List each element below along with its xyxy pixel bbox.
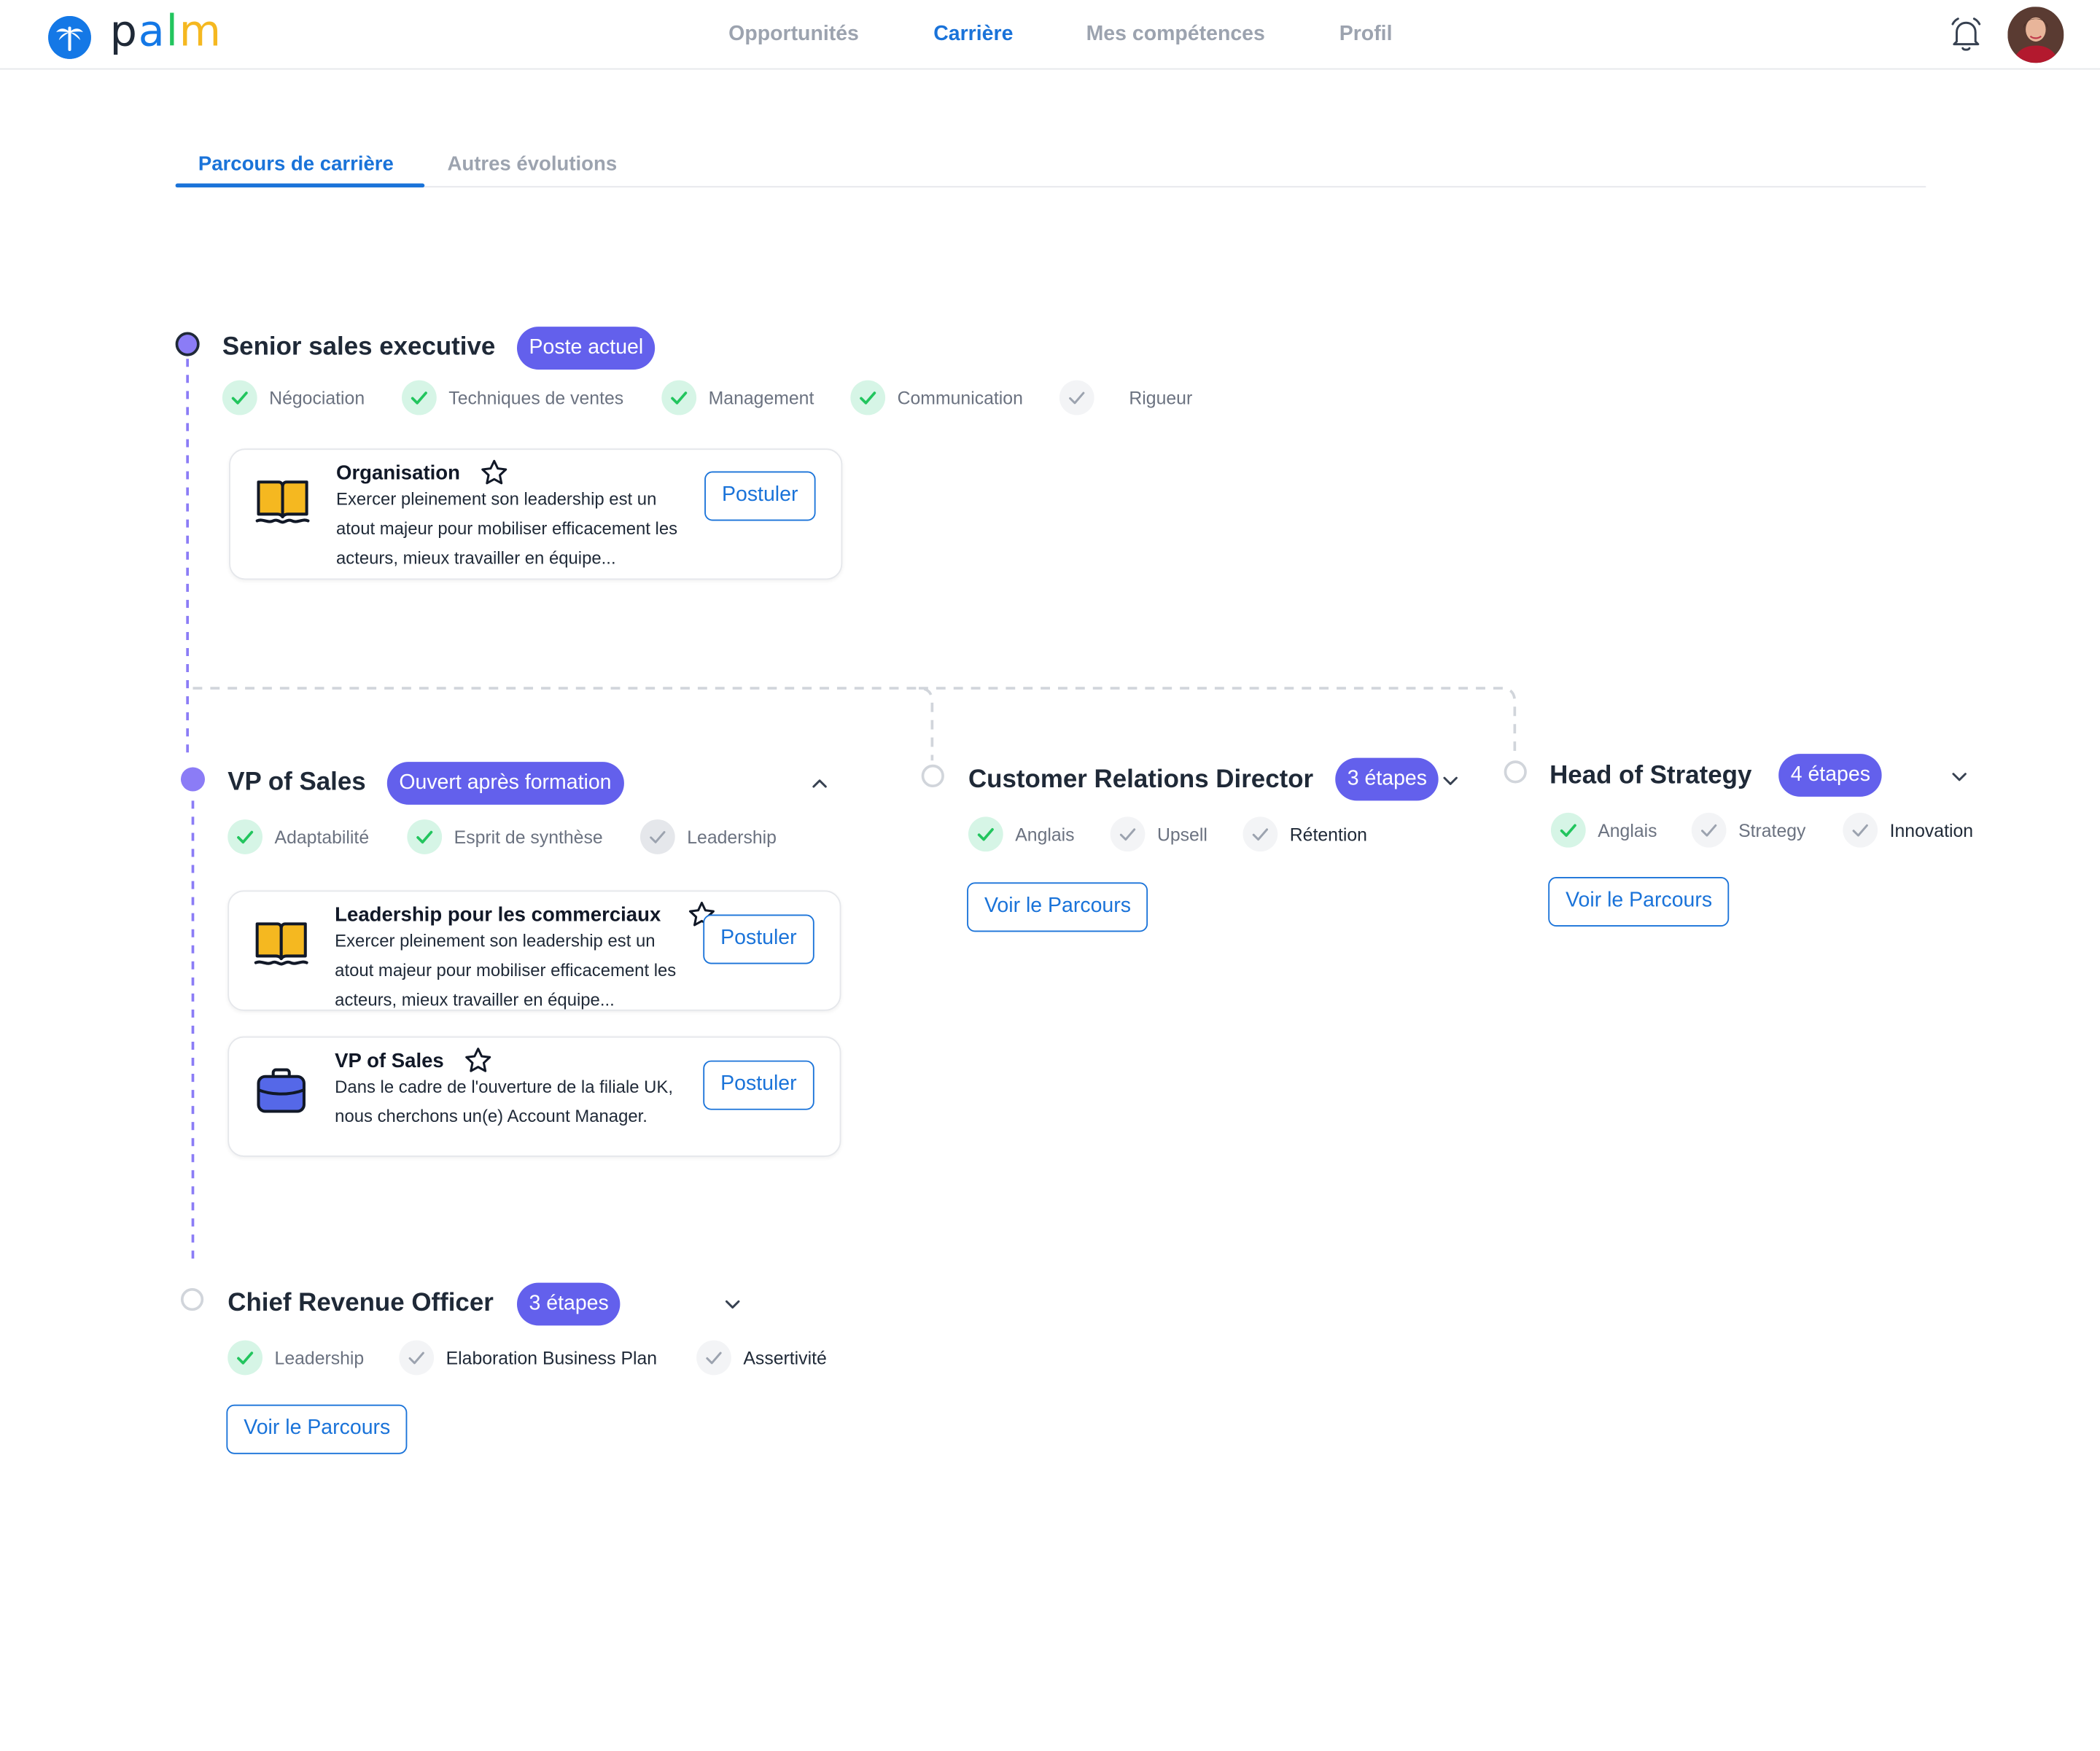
- skill-label: Assertivité: [743, 1347, 827, 1368]
- star-icon[interactable]: [480, 458, 509, 487]
- check-icon: [402, 380, 437, 416]
- page: palm Opportunités Carrière Mes compétenc…: [0, 0, 2100, 1751]
- skill-retention: Rétention: [1242, 816, 1367, 852]
- skill-label: Rigueur: [1129, 387, 1193, 408]
- steps-badge: 4 étapes: [1778, 754, 1883, 797]
- check-icon: [696, 1340, 731, 1376]
- status-badge-ouvert-apres-formation: Ouvert après formation: [386, 762, 624, 805]
- position-title-senior-sales-executive: Senior sales executive: [222, 333, 496, 362]
- job-card-vp-of-sales[interactable]: VP of Sales Dans le cadre de l'ouverture…: [228, 1036, 841, 1157]
- card-title: VP of Sales: [335, 1050, 444, 1073]
- skill-label: Upsell: [1156, 824, 1208, 845]
- voir-le-parcours-button[interactable]: Voir le Parcours: [226, 1404, 408, 1454]
- skill-label: Anglais: [1015, 824, 1075, 845]
- check-icon: [1843, 812, 1878, 848]
- timeline-node-vp-of-sales: [180, 767, 206, 792]
- star-icon[interactable]: [464, 1045, 493, 1075]
- skill-label: Anglais: [1598, 820, 1657, 841]
- postuler-button[interactable]: Postuler: [703, 1060, 814, 1110]
- timeline-node-head-of-strategy: [1504, 760, 1527, 784]
- position-title-vp-of-sales: VP of Sales: [228, 768, 366, 797]
- check-icon: [968, 816, 1003, 852]
- skill-leadership: Leadership: [228, 1340, 365, 1376]
- skill-upsell: Upsell: [1110, 816, 1208, 852]
- skill-label: Techniques de ventes: [448, 387, 624, 408]
- check-icon: [228, 819, 262, 854]
- card-title: Organisation: [336, 461, 460, 485]
- skill-adaptabilite: Adaptabilité: [228, 819, 369, 854]
- skill-label: Leadership: [687, 827, 777, 847]
- skill-anglais: Anglais: [1550, 812, 1657, 848]
- timeline-node-customer-relations-director: [921, 764, 944, 787]
- check-icon: [407, 819, 443, 854]
- skill-label: Elaboration Business Plan: [446, 1347, 658, 1368]
- skill-esprit-de-synthese: Esprit de synthèse: [407, 819, 603, 854]
- skill-elaboration-business-plan: Elaboration Business Plan: [399, 1340, 658, 1376]
- voir-le-parcours-button[interactable]: Voir le Parcours: [967, 882, 1148, 932]
- skill-strategy: Strategy: [1691, 812, 1806, 848]
- skill-rigueur: Rigueur: [1059, 380, 1193, 416]
- position-title-head-of-strategy: Head of Strategy: [1549, 762, 1752, 790]
- chevron-down-icon[interactable]: [1441, 771, 1460, 790]
- chevron-down-icon[interactable]: [1950, 767, 1969, 786]
- training-card-leadership-commerciaux[interactable]: Leadership pour les commerciaux Exercer …: [228, 890, 841, 1011]
- skill-label: Négociation: [269, 387, 365, 408]
- skill-negociation: Négociation: [222, 380, 365, 416]
- training-card-organisation[interactable]: Organisation Exercer pleinement son lead…: [229, 448, 843, 580]
- skill-innovation: Innovation: [1843, 812, 1974, 848]
- skill-label: Adaptabilité: [274, 827, 370, 847]
- skill-label: Rétention: [1289, 824, 1367, 845]
- postuler-button[interactable]: Postuler: [704, 471, 816, 521]
- book-icon: [254, 474, 311, 530]
- status-badge-poste-actuel: Poste actuel: [516, 327, 656, 370]
- chevron-up-icon[interactable]: [810, 774, 829, 793]
- steps-badge: 3 étapes: [516, 1282, 621, 1326]
- check-icon: [639, 819, 675, 854]
- timeline-node-chief-revenue-officer: [180, 1287, 204, 1311]
- position-title-customer-relations-director: Customer Relations Director: [968, 765, 1314, 795]
- skill-label: Innovation: [1889, 820, 1974, 841]
- check-icon: [1691, 812, 1727, 848]
- skill-management: Management: [661, 380, 814, 416]
- skill-label: Leadership: [274, 1347, 365, 1368]
- postuler-button[interactable]: Postuler: [703, 914, 814, 964]
- voir-le-parcours-button[interactable]: Voir le Parcours: [1548, 877, 1730, 927]
- skill-label: Management: [708, 387, 814, 408]
- check-icon: [222, 380, 257, 416]
- check-icon: [399, 1340, 435, 1376]
- card-title: Leadership pour les commerciaux: [335, 903, 661, 927]
- check-icon: [1550, 812, 1586, 848]
- skill-assertivite: Assertivité: [696, 1340, 827, 1376]
- skill-label: Communication: [897, 387, 1023, 408]
- position-title-chief-revenue-officer: Chief Revenue Officer: [228, 1289, 494, 1318]
- check-icon: [1242, 816, 1278, 852]
- check-icon: [850, 380, 886, 416]
- career-path-connectors: [186, 359, 1517, 1264]
- skill-label: Esprit de synthèse: [454, 827, 603, 847]
- check-icon: [1110, 816, 1146, 852]
- card-description: Exercer pleinement son leadership est un…: [335, 930, 677, 1010]
- card-description: Exercer pleinement son leadership est un…: [336, 488, 678, 568]
- skill-communication: Communication: [850, 380, 1023, 416]
- check-icon: [228, 1340, 262, 1376]
- skill-anglais: Anglais: [968, 816, 1075, 852]
- check-icon: [1059, 380, 1094, 416]
- skill-label: Strategy: [1738, 820, 1806, 841]
- chevron-down-icon[interactable]: [723, 1295, 742, 1314]
- check-icon: [661, 380, 697, 416]
- skill-leadership: Leadership: [639, 819, 777, 854]
- steps-badge: 3 étapes: [1335, 757, 1439, 801]
- timeline-node-current: [175, 332, 200, 356]
- briefcase-icon: [253, 1064, 309, 1120]
- card-description: Dans le cadre de l'ouverture de la filia…: [335, 1076, 673, 1126]
- skill-techniques-de-ventes: Techniques de ventes: [402, 380, 624, 416]
- book-icon: [253, 916, 309, 972]
